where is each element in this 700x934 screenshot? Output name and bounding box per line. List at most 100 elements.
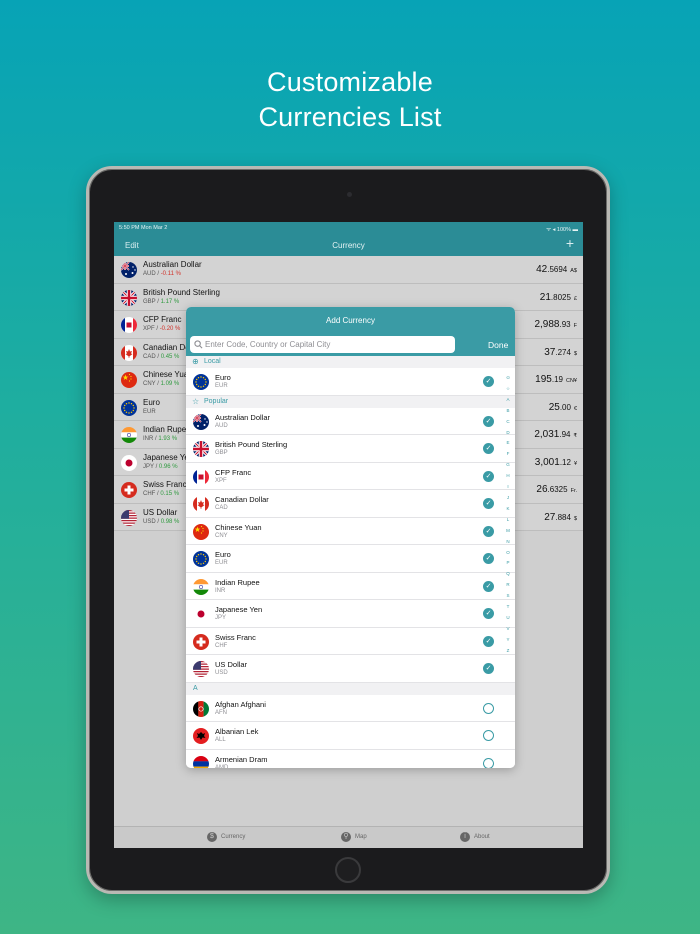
index-letter[interactable]: H <box>506 471 509 482</box>
index-letter[interactable]: L <box>507 515 510 526</box>
currency-option[interactable]: Swiss Franc CHF ✓ <box>186 627 515 655</box>
checkmark-icon[interactable]: ✓ <box>483 553 494 564</box>
option-name: Afghan Afghani <box>215 699 266 709</box>
currency-option[interactable]: Australian Dollar AUD ✓ <box>186 407 515 435</box>
currency-symbol: ¥ <box>573 460 577 467</box>
checkmark-icon[interactable]: ✓ <box>483 376 494 387</box>
index-letter[interactable]: A <box>506 395 509 406</box>
index-letter[interactable]: I <box>507 482 508 493</box>
checkmark-icon[interactable]: ✓ <box>483 443 494 454</box>
flag-chf-icon <box>193 633 209 650</box>
currency-option[interactable]: Chinese Yuan CNY ✓ <box>186 517 515 545</box>
flag-chf-icon <box>121 482 137 498</box>
checkmark-icon[interactable]: ✓ <box>483 608 494 619</box>
currency-value[interactable]: 42.5694 A$ <box>536 264 577 275</box>
index-letter[interactable]: Y <box>506 635 509 646</box>
checkmark-icon[interactable]: ✓ <box>483 470 494 482</box>
index-letter[interactable]: J <box>507 493 509 504</box>
index-letter[interactable]: K <box>506 504 509 515</box>
checkmark-icon[interactable]: ✓ <box>483 415 494 427</box>
empty-circle-icon[interactable] <box>483 757 494 768</box>
index-letter[interactable]: O <box>506 548 510 559</box>
index-letter[interactable]: R <box>506 580 509 591</box>
checkmark-icon[interactable]: ✓ <box>483 663 494 674</box>
currency-subtitle: CHF / 0.15 % <box>143 491 180 497</box>
index-letter[interactable]: M <box>506 526 510 537</box>
currency-name: Australian Dollar <box>143 260 202 269</box>
index-letter[interactable]: T <box>507 602 510 613</box>
flag-inr-icon <box>121 427 137 443</box>
checkmark-icon[interactable]: ✓ <box>483 580 494 592</box>
option-name: Indian Rupee <box>215 577 260 587</box>
checkmark-icon[interactable]: ✓ <box>483 525 494 537</box>
index-letter[interactable]: F <box>507 449 510 460</box>
currency-value[interactable]: 37.274 $ <box>544 347 577 358</box>
currency-subtitle: CAD / 0.45 % <box>143 353 180 360</box>
section-index[interactable]: ⊙ ☆ A B C D E F G H I J K L M N O P Q R S T U V Y Z <box>503 373 513 657</box>
checkmark-icon[interactable]: ✓ <box>483 498 494 509</box>
flag-gbp-icon <box>121 289 137 306</box>
index-letter[interactable]: P <box>506 558 509 569</box>
currency-subtitle: CNY / 1.09 % <box>143 381 180 387</box>
currency-option[interactable]: Afghan Afghani AFN <box>186 694 515 722</box>
currency-option[interactable]: Japanese Yen JPY ✓ <box>186 600 515 628</box>
status-time: 5:50 PM Mon Mar 2 <box>119 225 168 231</box>
currency-value[interactable]: 3,001.12 ¥ <box>535 457 577 468</box>
index-letter[interactable]: B <box>506 406 509 417</box>
index-letter[interactable]: C <box>506 417 509 428</box>
currency-value[interactable]: 25.00 € <box>549 402 577 413</box>
currency-value[interactable]: 2,988.93 F <box>534 319 577 330</box>
currency-option[interactable]: Armenian Dram AMD <box>186 749 515 768</box>
navigation-bar: 5:50 PM Mon Mar 2 ᯤ ◂ 100% ▬ Edit Curren… <box>114 222 583 256</box>
currency-option[interactable]: US Dollar USD ✓ <box>186 655 515 683</box>
currency-option[interactable]: CFP Franc XPF ✓ <box>186 462 515 490</box>
currency-value[interactable]: 21.8025 £ <box>540 292 577 303</box>
value-integer: 2,031 <box>534 429 560 440</box>
tab-map[interactable]: ⚲ Map <box>341 832 367 842</box>
headline-line-1: Customizable <box>267 67 433 97</box>
index-letter[interactable]: U <box>506 613 509 624</box>
currency-value[interactable]: 27.884 $ <box>544 512 577 523</box>
add-currency-button[interactable]: + <box>566 236 574 250</box>
tab-currency[interactable]: $ Currency <box>207 832 245 842</box>
index-letter[interactable]: Z <box>507 646 510 657</box>
index-letter[interactable]: D <box>506 428 509 439</box>
option-code: CNY <box>215 532 228 539</box>
empty-circle-icon[interactable] <box>483 730 494 741</box>
index-letter[interactable]: N <box>506 537 509 548</box>
index-letter[interactable]: G <box>506 460 510 471</box>
done-button[interactable]: Done <box>488 340 508 350</box>
index-letter[interactable]: S <box>506 591 509 602</box>
currency-change: 1.17 % <box>160 298 180 305</box>
currency-value[interactable]: 195.19 CN¥ <box>535 374 577 385</box>
modal-title: Add Currency <box>326 316 375 325</box>
currency-option[interactable]: Canadian Dollar CAD ✓ <box>186 490 515 518</box>
currency-option[interactable]: Euro EUR ✓ <box>186 545 515 573</box>
currency-option[interactable]: Albanian Lek ALL <box>186 722 515 750</box>
index-letter[interactable]: Q <box>506 569 510 580</box>
search-input[interactable] <box>190 336 455 353</box>
flag-xpf-icon <box>121 317 137 333</box>
currency-change: 1.93 % <box>158 436 178 442</box>
index-letter[interactable]: V <box>506 624 509 635</box>
currency-code: CAD <box>143 353 156 360</box>
currency-symbol: £ <box>573 295 577 302</box>
currency-value[interactable]: 26.6325 Fr. <box>536 484 577 495</box>
checkmark-icon[interactable]: ✓ <box>483 635 494 647</box>
tab-about[interactable]: i About <box>460 832 490 842</box>
index-letter[interactable]: ☆ <box>506 384 510 395</box>
currency-value[interactable]: 2,031.94 ₹ <box>534 429 577 440</box>
currency-option[interactable]: Euro EUR ✓ <box>186 368 515 396</box>
currency-code: CHF <box>143 491 156 497</box>
flag-aud-icon <box>193 413 209 430</box>
value-integer: 195 <box>535 374 552 385</box>
flag-aud-icon <box>121 262 137 278</box>
empty-circle-icon[interactable] <box>483 702 494 714</box>
option-name: Albanian Lek <box>215 727 259 736</box>
index-letter[interactable]: E <box>506 438 509 449</box>
currency-option[interactable]: British Pound Sterling GBP ✓ <box>186 435 515 463</box>
currency-row[interactable]: Australian Dollar AUD / -0.11 % 42.5694 A$ <box>114 256 583 284</box>
index-letter[interactable]: ⊙ <box>506 373 510 384</box>
home-button[interactable] <box>335 857 361 883</box>
currency-option[interactable]: Indian Rupee INR ✓ <box>186 572 515 600</box>
